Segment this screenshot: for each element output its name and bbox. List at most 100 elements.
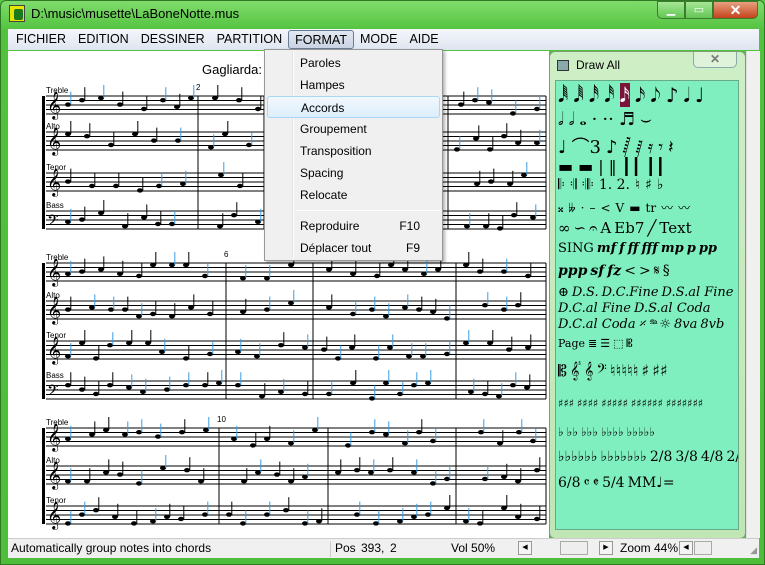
palette-symbol[interactable]: ♯ (641, 361, 649, 380)
palette-symbol[interactable]: < (600, 201, 610, 215)
menu-item-spacing[interactable]: Spacing (267, 162, 440, 184)
palette-symbol[interactable]: ♯♯♯♯♯♯♯ (666, 397, 703, 410)
palette-symbol[interactable]: 𝄫 (568, 201, 575, 215)
palette-symbol[interactable]: 𝅝 (579, 109, 586, 130)
palette-symbol[interactable]: ☼ (659, 317, 671, 332)
menu-item-relocate[interactable]: Relocate (267, 184, 440, 206)
palette-symbol[interactable]: D.C.Fine (602, 285, 659, 300)
palette-symbol[interactable]: ♯♯♯♯ (577, 397, 598, 410)
resize-grip-icon[interactable]: ◢ (750, 545, 757, 556)
palette-symbol[interactable]: 2/8 (650, 449, 673, 465)
menu-aide[interactable]: AIDE (403, 30, 444, 49)
palette-symbol[interactable]: ≣ (588, 337, 597, 350)
palette-symbol[interactable]: 6/8 (558, 475, 581, 491)
palette-symbol[interactable]: ♯♯♯ (558, 397, 574, 410)
palette-close-button[interactable]: ✕ (693, 52, 737, 68)
palette-symbol[interactable]: Eb7 (614, 219, 644, 237)
palette-symbol[interactable]: 𝄿 (648, 137, 654, 158)
palette-symbol[interactable]: ♭♭♭ (581, 425, 598, 439)
palette-symbol[interactable]: < (624, 263, 636, 279)
palette-symbol[interactable]: 𝄟 (570, 361, 581, 380)
zoom-slider-thumb[interactable] (694, 541, 712, 555)
vertical-scrollbar[interactable] (746, 51, 760, 538)
palette-symbol[interactable]: 𝅘𝅥𝅯 (619, 83, 630, 107)
volume-slider-thumb[interactable] (560, 541, 588, 555)
palette-symbol[interactable]: ┃┃ (646, 157, 665, 176)
palette-symbol[interactable]: 𝄆 (558, 177, 565, 193)
menu-edition[interactable]: EDITION (72, 30, 135, 49)
palette-symbol[interactable]: ♭♭♭♭♭♭♭ (601, 449, 647, 465)
palette-symbol[interactable]: ♯ (645, 177, 652, 193)
palette-symbol[interactable]: 𝄋 (654, 263, 660, 279)
palette-symbol[interactable]: 𝅁 (635, 137, 642, 158)
palette-symbol[interactable]: 𝄢 (596, 361, 606, 380)
menu-dessiner[interactable]: DESSINER (135, 30, 211, 49)
palette-symbol[interactable]: 4/8 (701, 449, 724, 465)
palette-symbol[interactable]: 8va (674, 317, 697, 332)
palette-symbol[interactable]: 𝄇𝄆 (582, 177, 594, 193)
palette-symbol[interactable]: ff (628, 241, 639, 256)
palette-symbol[interactable]: 𝄞 (584, 361, 593, 380)
palette-symbol[interactable]: ♮♮♮♮♮ (610, 361, 639, 380)
palette-symbol[interactable]: 5/4 (602, 475, 625, 491)
palette-symbol[interactable]: 𝄇 (570, 177, 577, 193)
palette-symbol[interactable]: D.C.al Coda (558, 317, 636, 332)
palette-symbol[interactable]: ♩ (558, 137, 567, 158)
minimize-button[interactable]: ▁ (657, 1, 685, 19)
zoom-left-arrow[interactable]: ◀ (679, 541, 693, 555)
palette-symbol[interactable]: ∽ (574, 219, 587, 237)
palette-symbol[interactable]: 𝅘𝅥𝅱 (573, 83, 583, 107)
palette-symbol[interactable]: ╱ (647, 219, 656, 237)
palette-symbol[interactable]: 𝅘𝅥𝅰 (604, 83, 614, 107)
palette-symbol[interactable]: ∞ (558, 219, 571, 237)
maximize-button[interactable]: ▭ (685, 1, 713, 19)
palette-symbol[interactable]: A (600, 219, 611, 237)
palette-symbol[interactable]: 𝄴 (584, 475, 590, 491)
palette-symbol[interactable]: · (592, 109, 598, 130)
palette-symbol[interactable]: ♭ (558, 425, 564, 439)
palette-symbol[interactable]: ♪ (666, 83, 679, 107)
menu-fichier[interactable]: FICHIER (10, 30, 72, 49)
palette-symbol[interactable]: 𝆮 (648, 317, 656, 332)
palette-symbol[interactable]: V (616, 201, 625, 215)
palette-symbol[interactable]: ┃┃ (622, 157, 641, 176)
volume-right-arrow[interactable]: ▶ (599, 541, 613, 555)
palette-symbol[interactable]: 𝅂 (622, 137, 630, 158)
palette-symbol[interactable]: | (598, 157, 603, 176)
palette-symbol[interactable]: fz (607, 263, 621, 279)
palette-symbol[interactable]: D.S.al Fine (662, 285, 734, 300)
palette-symbol[interactable]: 𝅘𝅥𝅮 (650, 83, 660, 107)
palette-symbol[interactable]: sf (590, 263, 604, 279)
palette-symbol[interactable]: 𝄽 (668, 137, 674, 158)
palette-symbol[interactable]: SING (558, 241, 594, 256)
menu-item-déplacer-tout[interactable]: Déplacer tout F9 (267, 237, 440, 259)
palette-symbol[interactable]: ▬ (558, 157, 573, 176)
palette-symbol[interactable]: ▬ (629, 201, 640, 215)
palette-symbol[interactable]: · (581, 201, 585, 215)
palette-symbol[interactable]: D.S. (572, 285, 599, 300)
menu-item-transposition[interactable]: Transposition (267, 140, 440, 162)
palette-symbol[interactable]: 1. 2. (599, 177, 630, 193)
palette-symbol[interactable]: tr (646, 201, 657, 215)
palette-symbol[interactable]: ‖ (609, 157, 617, 176)
palette-symbol[interactable]: § (663, 263, 670, 279)
palette-symbol[interactable]: 𝅗𝅥 (558, 109, 564, 130)
palette-symbol[interactable]: ♪ (606, 137, 618, 158)
palette-symbol[interactable]: f (619, 241, 625, 256)
palette-symbol[interactable]: ⊕ (558, 285, 569, 300)
palette-symbol[interactable]: 𝅘𝅥𝅯 (635, 83, 645, 107)
palette-symbol[interactable]: mf (597, 241, 616, 256)
palette-symbol[interactable]: ·· (602, 109, 613, 130)
palette-symbol[interactable]: ♮ (635, 177, 640, 193)
volume-left-arrow[interactable]: ◀ (518, 541, 532, 555)
palette-symbol[interactable]: 𝄡 (627, 337, 633, 350)
palette-symbol[interactable]: 〰 (678, 201, 690, 215)
palette-symbol[interactable]: ♬ (619, 109, 635, 130)
palette-symbol[interactable]: ♭♭ (567, 425, 578, 439)
palette-symbol[interactable]: ♯♯♯♯♯ (601, 397, 628, 410)
menu-item-accords[interactable]: Accords (267, 96, 440, 118)
palette-symbol[interactable]: 𝅗𝅥 (569, 109, 575, 130)
palette-symbol[interactable]: ppp (558, 263, 587, 279)
palette-symbol[interactable]: MM♩= (628, 475, 675, 491)
menu-item-paroles[interactable]: Paroles (267, 52, 440, 74)
